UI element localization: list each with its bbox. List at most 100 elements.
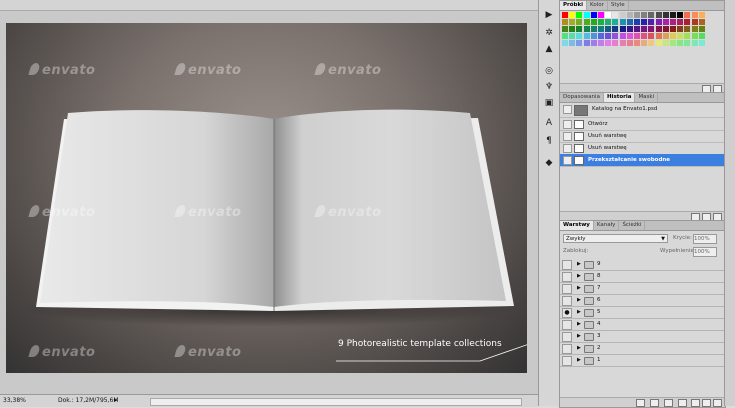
color-swatch[interactable]	[677, 40, 684, 46]
color-swatch[interactable]	[684, 19, 691, 25]
color-swatch[interactable]	[634, 26, 640, 32]
color-swatch[interactable]	[612, 33, 619, 39]
color-swatch[interactable]	[562, 33, 568, 39]
color-swatch[interactable]	[583, 19, 590, 25]
color-swatch[interactable]	[569, 26, 576, 32]
color-swatch[interactable]	[583, 33, 590, 39]
brush-icon[interactable]: ♆	[542, 80, 556, 93]
color-swatch[interactable]	[598, 19, 604, 25]
color-swatch[interactable]	[626, 40, 633, 46]
history-step-checkbox[interactable]	[563, 132, 572, 141]
color-swatch[interactable]	[612, 40, 619, 46]
color-swatch[interactable]	[655, 12, 662, 18]
visibility-toggle[interactable]	[562, 296, 572, 306]
color-swatch[interactable]	[598, 33, 604, 39]
color-swatch[interactable]	[677, 12, 684, 18]
color-swatch[interactable]	[590, 26, 597, 32]
color-swatch[interactable]	[598, 26, 604, 32]
paragraph-icon[interactable]: ¶	[542, 134, 556, 147]
color-swatch[interactable]	[655, 19, 662, 25]
expand-arrow-icon[interactable]: ▶	[577, 333, 581, 339]
color-swatch[interactable]	[698, 33, 705, 39]
visibility-toggle[interactable]	[562, 284, 572, 294]
color-swatch[interactable]	[619, 19, 626, 25]
color-swatch[interactable]	[677, 19, 684, 25]
color-swatch[interactable]	[698, 26, 705, 32]
color-swatch[interactable]	[634, 12, 640, 18]
adjust-icon[interactable]: ✲	[542, 26, 556, 39]
color-swatch[interactable]	[619, 12, 626, 18]
horizontal-scrollbar[interactable]	[150, 398, 522, 406]
color-swatch[interactable]	[641, 40, 648, 46]
tab-channels[interactable]: Kanały	[594, 221, 620, 230]
color-swatch[interactable]	[562, 19, 568, 25]
history-step-selected[interactable]: Przekształcanie swobodne	[560, 154, 725, 167]
color-swatch[interactable]	[655, 33, 662, 39]
expand-arrow-icon[interactable]: ▶	[577, 321, 581, 327]
expand-arrow-icon[interactable]: ▶	[577, 285, 581, 291]
color-swatch[interactable]	[576, 40, 583, 46]
color-swatch[interactable]	[662, 12, 669, 18]
color-swatch[interactable]	[583, 26, 590, 32]
color-swatch[interactable]	[698, 12, 705, 18]
tab-masks[interactable]: Maski	[635, 93, 659, 102]
color-swatch[interactable]	[612, 12, 619, 18]
color-swatch[interactable]	[648, 40, 655, 46]
color-swatch[interactable]	[641, 12, 648, 18]
color-swatch[interactable]	[648, 12, 655, 18]
color-swatch[interactable]	[662, 26, 669, 32]
color-swatch[interactable]	[691, 26, 698, 32]
color-swatch[interactable]	[648, 19, 655, 25]
eye-icon[interactable]: ●	[562, 308, 572, 318]
color-swatch[interactable]	[619, 40, 626, 46]
color-swatch[interactable]	[691, 12, 698, 18]
color-swatch[interactable]	[684, 12, 691, 18]
expand-arrow-icon[interactable]: ▶	[577, 261, 581, 267]
color-swatch[interactable]	[590, 40, 597, 46]
tab-adjustments[interactable]: Dopasowania	[560, 93, 604, 102]
image-icon[interactable]: ▲	[542, 42, 556, 55]
expand-arrow-icon[interactable]: ▶	[577, 297, 581, 303]
color-swatch[interactable]	[590, 33, 597, 39]
history-step-checkbox[interactable]	[563, 156, 572, 165]
color-swatch[interactable]	[569, 19, 576, 25]
canvas[interactable]: envato envato envato envato envato envat…	[6, 23, 527, 373]
tool-presets-icon[interactable]: ◆	[542, 156, 556, 169]
tab-history[interactable]: Historia	[603, 93, 636, 102]
color-swatch[interactable]	[634, 33, 640, 39]
color-swatch[interactable]	[670, 19, 676, 25]
color-swatch[interactable]	[598, 12, 604, 18]
color-swatch[interactable]	[576, 26, 583, 32]
color-swatch[interactable]	[641, 33, 648, 39]
color-swatch[interactable]	[583, 12, 590, 18]
color-swatch[interactable]	[677, 33, 684, 39]
blend-mode-select[interactable]: Zwykły ▼	[563, 234, 668, 243]
color-swatch[interactable]	[648, 33, 655, 39]
expand-arrow-icon[interactable]: ▶	[577, 357, 581, 363]
color-swatch[interactable]	[583, 40, 590, 46]
color-swatch[interactable]	[569, 12, 576, 18]
history-step-checkbox[interactable]	[563, 120, 572, 129]
color-swatch[interactable]	[684, 40, 691, 46]
visibility-toggle[interactable]	[562, 320, 572, 330]
color-swatch[interactable]	[605, 26, 612, 32]
panel-scrollbar[interactable]	[724, 0, 735, 406]
color-swatch[interactable]	[662, 33, 669, 39]
snapshot-source-checkbox[interactable]	[563, 105, 572, 114]
status-menu-arrow-icon[interactable]: ▸	[114, 396, 118, 404]
color-swatch[interactable]	[590, 12, 597, 18]
opacity-input[interactable]: 100%	[693, 234, 717, 244]
layer-row[interactable]: ▶ 1	[560, 354, 725, 367]
color-swatch[interactable]	[605, 33, 612, 39]
color-swatch[interactable]	[677, 26, 684, 32]
color-swatch[interactable]	[619, 33, 626, 39]
color-swatch[interactable]	[576, 33, 583, 39]
tab-swatches[interactable]: Próbki	[560, 1, 588, 10]
color-swatch[interactable]	[626, 19, 633, 25]
color-swatch[interactable]	[626, 26, 633, 32]
color-swatch[interactable]	[569, 40, 576, 46]
navigator-icon[interactable]: ◎	[542, 64, 556, 77]
visibility-toggle[interactable]	[562, 260, 572, 270]
color-swatch[interactable]	[634, 40, 640, 46]
visibility-toggle[interactable]	[562, 356, 572, 366]
